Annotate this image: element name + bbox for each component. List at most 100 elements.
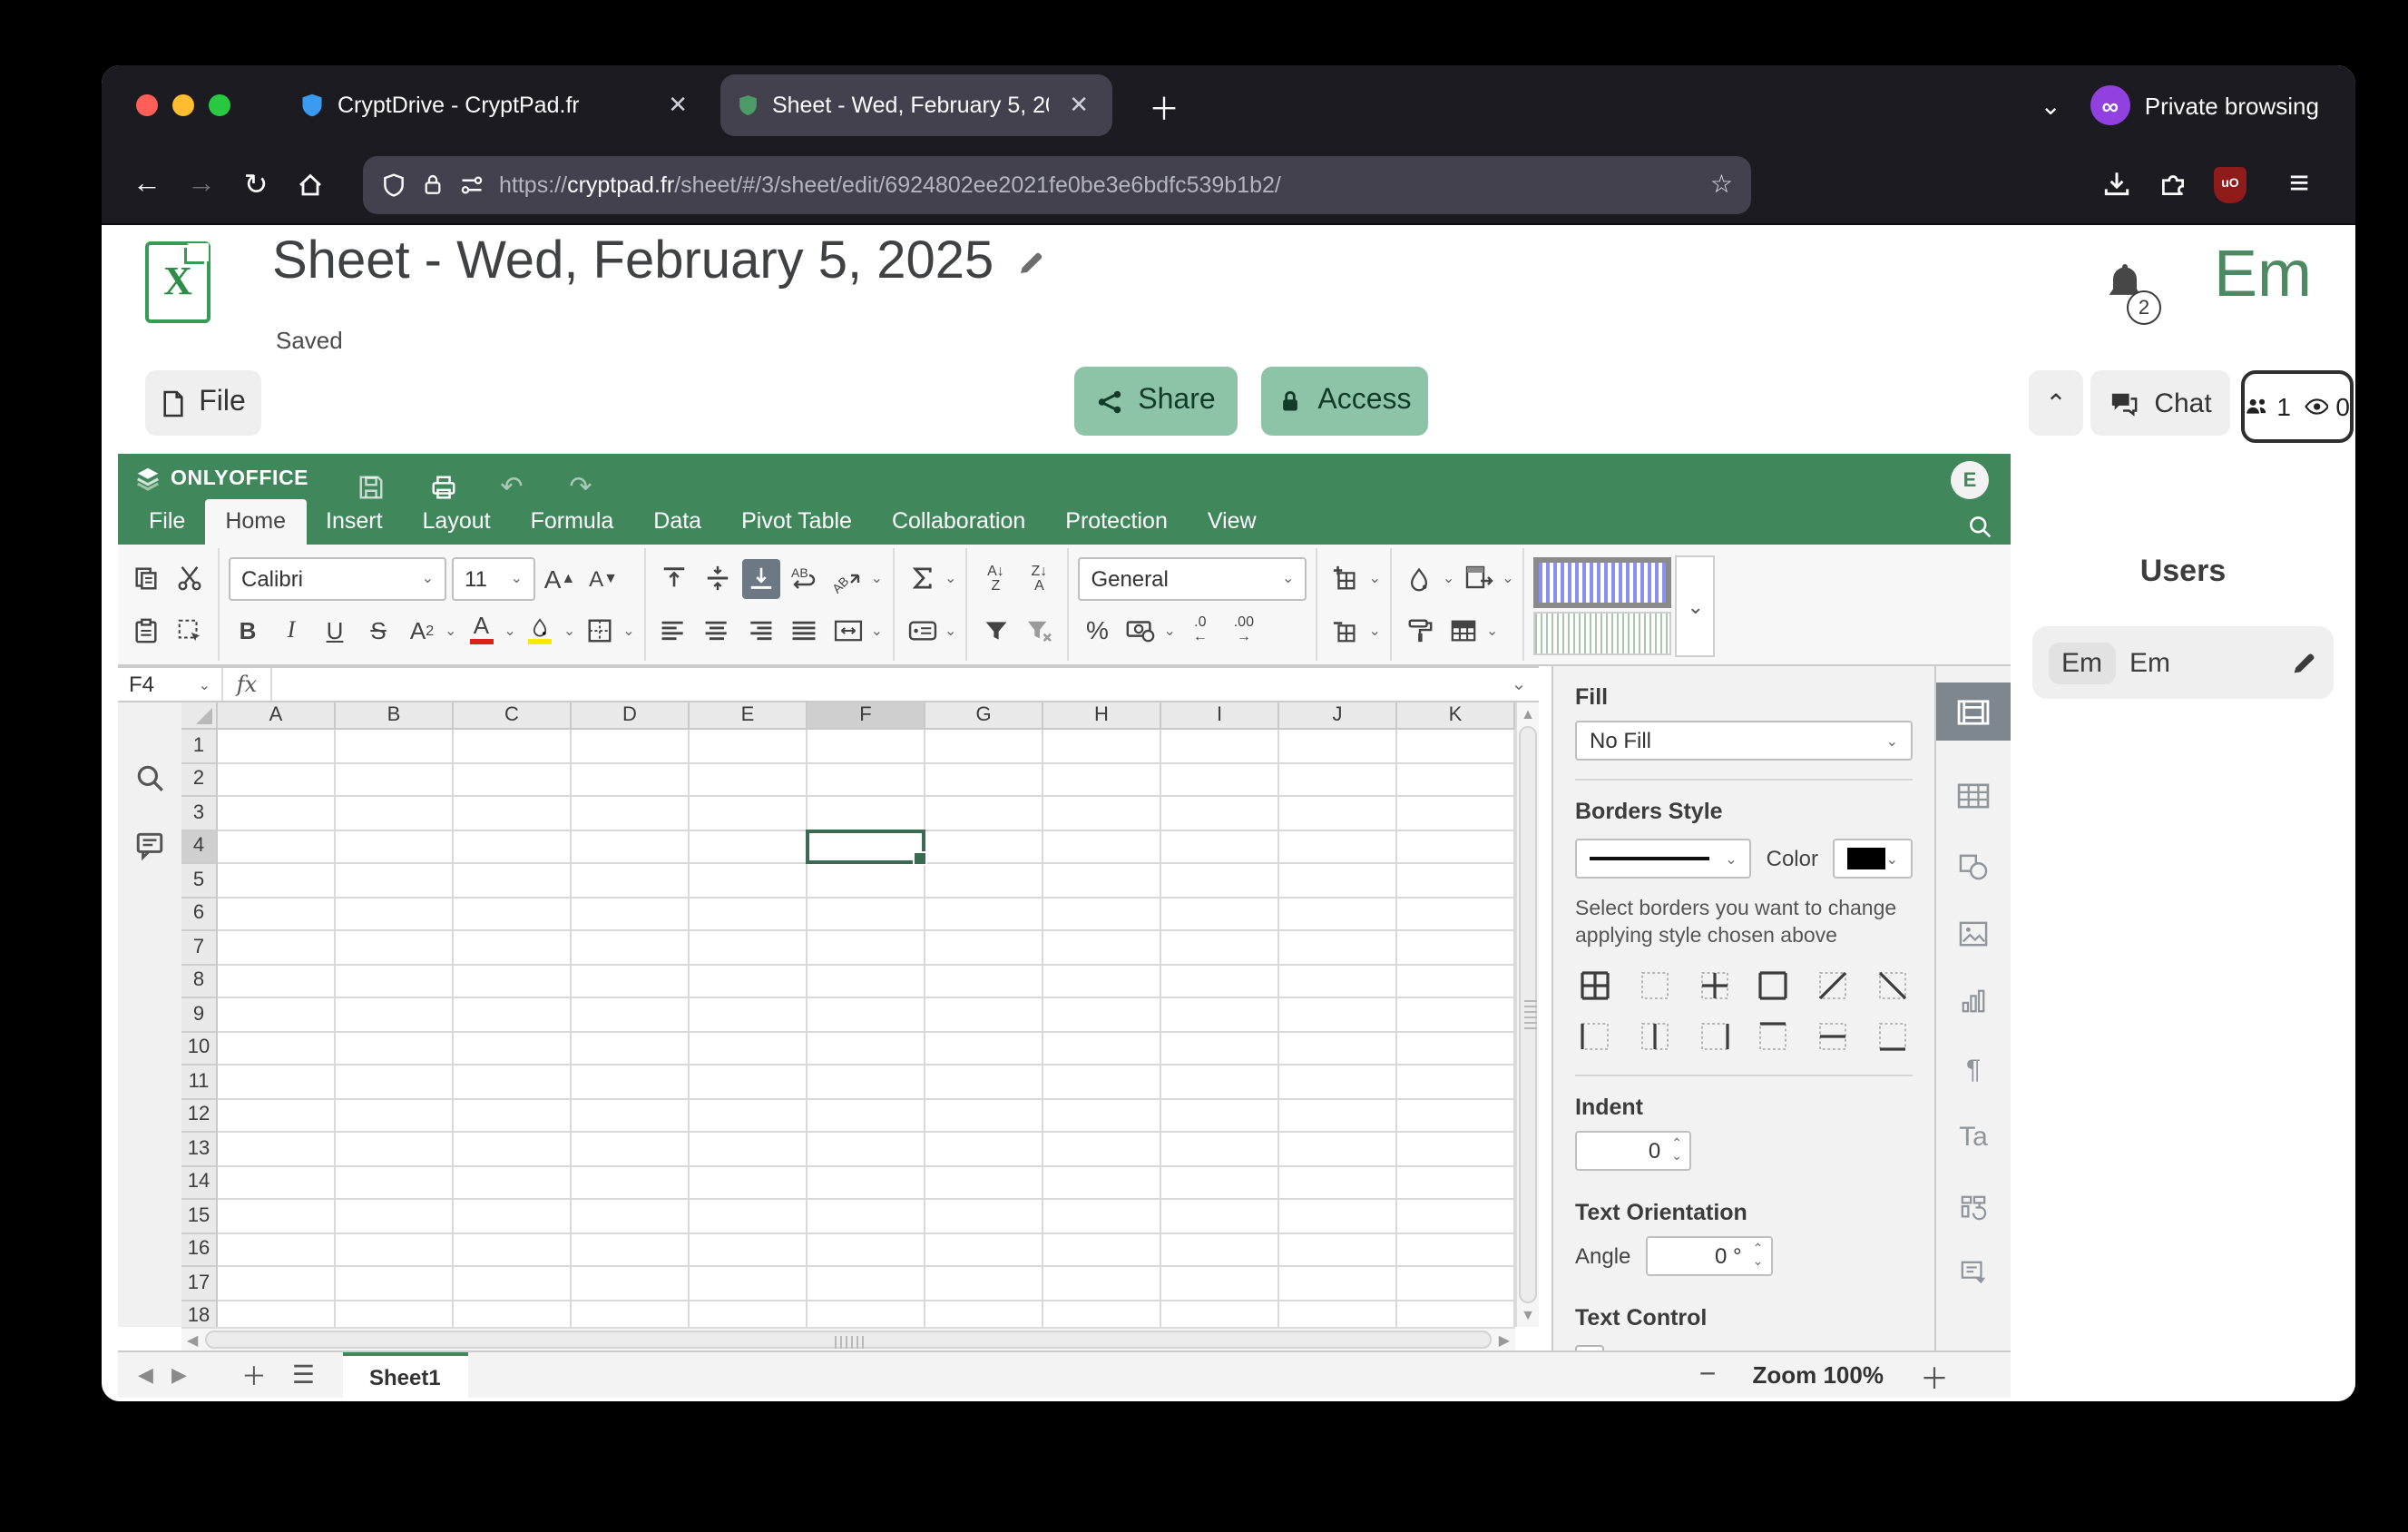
- cell-H13[interactable]: [1043, 1133, 1161, 1166]
- cell-E1[interactable]: [690, 730, 808, 763]
- align-right-icon[interactable]: [742, 611, 780, 651]
- sheet-list-icon[interactable]: ☰: [279, 1360, 328, 1390]
- cell-I7[interactable]: [1161, 931, 1279, 965]
- cell-J5[interactable]: [1279, 864, 1397, 898]
- cell-F3[interactable]: [808, 797, 925, 830]
- cell-J10[interactable]: [1279, 1032, 1397, 1066]
- border-diagonal-down-button[interactable]: [1873, 966, 1913, 1006]
- italic-icon[interactable]: I: [272, 611, 310, 651]
- cell-C1[interactable]: [454, 730, 572, 763]
- cell-settings-icon[interactable]: [1936, 683, 2011, 741]
- border-inside-button[interactable]: [1694, 966, 1734, 1006]
- cell-A11[interactable]: [218, 1066, 336, 1099]
- menu-tab-formula[interactable]: Formula: [511, 499, 634, 545]
- cell-I6[interactable]: [1161, 898, 1279, 931]
- cell-B12[interactable]: [336, 1099, 454, 1133]
- cell-D16[interactable]: [572, 1233, 690, 1267]
- row-header-15[interactable]: 15: [181, 1200, 218, 1233]
- cell-I9[interactable]: [1161, 998, 1279, 1032]
- autosum-icon[interactable]: [903, 558, 941, 598]
- cell-G7[interactable]: [925, 931, 1043, 965]
- cell-A8[interactable]: [218, 965, 336, 998]
- home-button[interactable]: [283, 157, 338, 211]
- cell-J4[interactable]: [1279, 830, 1397, 864]
- cell-G9[interactable]: [925, 998, 1043, 1032]
- cell-F2[interactable]: [808, 763, 925, 797]
- row-header-3[interactable]: 3: [181, 797, 218, 830]
- row-header-2[interactable]: 2: [181, 763, 218, 797]
- cell-I18[interactable]: [1161, 1301, 1279, 1327]
- border-inner-vertical-button[interactable]: [1635, 1016, 1675, 1056]
- cell-B1[interactable]: [336, 730, 454, 763]
- named-ranges-chevron-icon[interactable]: ⌄: [945, 623, 956, 639]
- justify-icon[interactable]: [786, 611, 824, 651]
- cell-C7[interactable]: [454, 931, 572, 965]
- cell-A1[interactable]: [218, 730, 336, 763]
- align-left-icon[interactable]: [655, 611, 693, 651]
- fill-color-icon[interactable]: [522, 611, 560, 651]
- cell-K2[interactable]: [1397, 763, 1515, 797]
- cell-G11[interactable]: [925, 1066, 1043, 1099]
- cell-J17[interactable]: [1279, 1267, 1397, 1301]
- cell-K9[interactable]: [1397, 998, 1515, 1032]
- insert-cells-icon[interactable]: [1326, 558, 1365, 598]
- cell-I15[interactable]: [1161, 1200, 1279, 1233]
- cell-B4[interactable]: [336, 830, 454, 864]
- cell-A16[interactable]: [218, 1233, 336, 1267]
- cell-D12[interactable]: [572, 1099, 690, 1133]
- cell-A3[interactable]: [218, 797, 336, 830]
- cell-A6[interactable]: [218, 898, 336, 931]
- cell-A4[interactable]: [218, 830, 336, 864]
- extensions-puzzle-icon[interactable]: [2158, 169, 2188, 200]
- cell-A9[interactable]: [218, 998, 336, 1032]
- cell-D7[interactable]: [572, 931, 690, 965]
- cell-F5[interactable]: [808, 864, 925, 898]
- borders-icon[interactable]: [581, 611, 619, 651]
- cell-J12[interactable]: [1279, 1099, 1397, 1133]
- cell-C2[interactable]: [454, 763, 572, 797]
- horizontal-scroll-thumb[interactable]: [205, 1331, 1492, 1349]
- vertical-scroll-thumb[interactable]: [1519, 726, 1537, 1303]
- cell-F13[interactable]: [808, 1133, 925, 1166]
- cell-E12[interactable]: [690, 1099, 808, 1133]
- align-bottom-icon[interactable]: [742, 558, 780, 598]
- browser-tab-cryptdrive[interactable]: CryptDrive - CryptPad.fr ✕: [299, 91, 695, 120]
- cell-E16[interactable]: [690, 1233, 808, 1267]
- cell-J2[interactable]: [1279, 763, 1397, 797]
- cell-B16[interactable]: [336, 1233, 454, 1267]
- image-settings-icon[interactable]: [1936, 904, 2011, 962]
- table-settings-icon[interactable]: [1936, 766, 2011, 824]
- font-color-chevron-icon[interactable]: ⌄: [504, 623, 515, 639]
- file-menu-button[interactable]: File: [145, 370, 261, 436]
- bookmark-star-icon[interactable]: ☆: [1710, 169, 1733, 200]
- row-header-12[interactable]: 12: [181, 1099, 218, 1133]
- cell-I8[interactable]: [1161, 965, 1279, 998]
- scroll-up-icon[interactable]: ▲: [1517, 706, 1539, 722]
- cell-G10[interactable]: [925, 1032, 1043, 1066]
- cell-E11[interactable]: [690, 1066, 808, 1099]
- borders-chevron-icon[interactable]: ⌄: [622, 623, 634, 639]
- cell-E17[interactable]: [690, 1267, 808, 1301]
- cell-B9[interactable]: [336, 998, 454, 1032]
- menu-hamburger-icon[interactable]: ≡: [2272, 157, 2326, 211]
- cell-H5[interactable]: [1043, 864, 1161, 898]
- cell-K16[interactable]: [1397, 1233, 1515, 1267]
- currency-style-icon[interactable]: [1121, 611, 1160, 651]
- sort-descending-icon[interactable]: Z↓A: [1020, 558, 1058, 598]
- connection-lock-icon[interactable]: [421, 172, 445, 196]
- cell-F18[interactable]: [808, 1301, 925, 1327]
- autosum-chevron-icon[interactable]: ⌄: [945, 570, 956, 586]
- cell-I3[interactable]: [1161, 797, 1279, 830]
- cell-C11[interactable]: [454, 1066, 572, 1099]
- cell-I13[interactable]: [1161, 1133, 1279, 1166]
- cell-A13[interactable]: [218, 1133, 336, 1166]
- cell-G16[interactable]: [925, 1233, 1043, 1267]
- cell-E13[interactable]: [690, 1133, 808, 1166]
- align-top-icon[interactable]: [655, 558, 693, 598]
- cell-G1[interactable]: [925, 730, 1043, 763]
- spin-up-icon[interactable]: ⌃: [1753, 1243, 1764, 1256]
- cell-K11[interactable]: [1397, 1066, 1515, 1099]
- cell-I2[interactable]: [1161, 763, 1279, 797]
- text-art-settings-icon[interactable]: Ta: [1936, 1107, 2011, 1165]
- row-header-10[interactable]: 10: [181, 1032, 218, 1066]
